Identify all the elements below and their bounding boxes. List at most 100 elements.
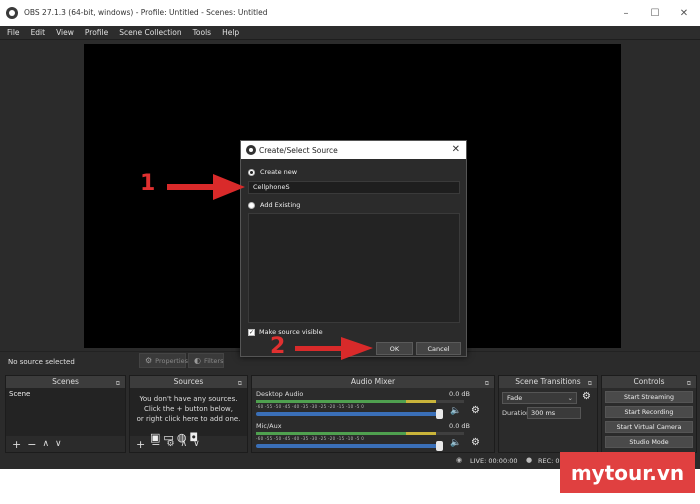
create-new-label: Create new	[260, 168, 298, 176]
ok-button[interactable]: OK	[376, 342, 413, 355]
duration-label: Duration	[502, 409, 531, 417]
filters-icon: ◐	[194, 356, 201, 365]
volume-meter	[256, 432, 464, 435]
scenes-toolbar: + − ∧ ∨	[6, 436, 125, 452]
controls-dock-title: Controls	[633, 377, 665, 386]
checkbox-checked-icon[interactable]: ✓	[248, 328, 255, 336]
sources-list[interactable]: You don't have any sources. Click the + …	[130, 388, 247, 436]
gear-icon: ⚙	[145, 356, 153, 365]
create-select-source-dialog: Create/Select Source ✕ Create new Cellph…	[240, 140, 467, 357]
transition-value: Fade	[507, 394, 523, 402]
dialog-titlebar: Create/Select Source ✕	[241, 141, 466, 159]
add-scene-icon[interactable]: +	[12, 438, 21, 451]
move-up-icon[interactable]: ∧	[42, 439, 49, 449]
start-streaming-button[interactable]: Start Streaming	[605, 391, 693, 403]
mixer-channel-desktop: Desktop Audio 0.0 dB -60 -55 -50 -45 -40…	[252, 388, 494, 420]
channel-db: 0.0 dB	[449, 390, 470, 398]
add-existing-option[interactable]: Add Existing	[248, 201, 300, 209]
monitor-icon: ▭	[163, 431, 174, 444]
scenes-list[interactable]: Scene	[6, 388, 125, 436]
volume-meter	[256, 400, 464, 403]
close-window-button[interactable]: ✕	[672, 4, 696, 22]
start-recording-button[interactable]: Start Recording	[605, 406, 693, 418]
transition-select[interactable]: Fade ⌄	[502, 392, 577, 404]
step-1-label: 1	[140, 171, 156, 196]
live-timer: LIVE: 00:00:00	[470, 457, 518, 465]
volume-slider[interactable]	[256, 409, 443, 419]
move-down-icon[interactable]: ∨	[55, 439, 62, 449]
mixer-dock-title: Audio Mixer	[350, 377, 396, 386]
transitions-dock-header: Scene Transitions ⧉	[499, 376, 597, 388]
source-name-value: CellphoneS	[253, 183, 290, 191]
window-title: OBS 27.1.3 (64-bit, windows) - Profile: …	[24, 8, 268, 17]
create-new-option[interactable]: Create new	[248, 168, 297, 176]
undock-icon[interactable]: ⧉	[687, 378, 691, 390]
add-existing-radio[interactable]	[248, 201, 255, 209]
close-icon[interactable]: ✕	[452, 144, 460, 155]
menu-scene-collection[interactable]: Scene Collection	[119, 28, 181, 37]
transitions-dock-title: Scene Transitions	[515, 377, 581, 386]
live-icon: ◉	[456, 456, 463, 464]
scenes-dock: Scenes ⧉ Scene + − ∧ ∨	[5, 375, 126, 453]
controls-dock-header: Controls ⧉	[602, 376, 696, 388]
menu-edit[interactable]: Edit	[31, 28, 46, 37]
gear-icon[interactable]: ⚙	[471, 437, 480, 448]
source-name-input[interactable]: CellphoneS	[248, 181, 460, 194]
watermark-text: mytour.vn	[570, 460, 685, 485]
studio-mode-button[interactable]: Studio Mode	[605, 436, 693, 448]
menu-file[interactable]: File	[7, 28, 20, 37]
properties-label: Properties	[155, 356, 189, 365]
gear-icon[interactable]: ⚙	[471, 405, 480, 416]
controls-dock: Controls ⧉ Start Streaming Start Recordi…	[601, 375, 697, 453]
menu-bar: File Edit View Profile Scene Collection …	[0, 26, 700, 40]
existing-sources-list[interactable]	[248, 213, 460, 323]
gear-icon[interactable]: ⚙	[582, 391, 591, 402]
scene-item[interactable]: Scene	[9, 390, 122, 398]
filters-label: Filters	[203, 356, 224, 365]
add-source-icon[interactable]: +	[136, 438, 145, 451]
speaker-icon[interactable]: 🔈	[450, 438, 461, 448]
sources-empty-line2: Click the + button below,	[144, 405, 233, 413]
dialog-title: Create/Select Source	[259, 146, 338, 155]
sources-dock-header: Sources ⧉	[130, 376, 247, 388]
audio-mixer-dock: Audio Mixer ⧉ Desktop Audio 0.0 dB -60 -…	[251, 375, 495, 453]
filters-button[interactable]: ◐ Filters	[188, 353, 224, 368]
arrow-step-2	[295, 337, 373, 360]
sources-empty-line1: You don't have any sources.	[139, 395, 238, 403]
rec-icon: ●	[526, 456, 533, 464]
volume-slider[interactable]	[256, 441, 443, 451]
duration-input[interactable]: 300 ms	[527, 407, 581, 419]
scenes-dock-title: Scenes	[52, 377, 79, 386]
chevron-down-icon: ⌄	[567, 394, 573, 402]
obs-logo-icon	[6, 7, 18, 19]
obs-logo-icon	[246, 145, 256, 155]
speaker-icon[interactable]: 🔈	[450, 406, 461, 416]
window-titlebar: OBS 27.1.3 (64-bit, windows) - Profile: …	[0, 0, 700, 26]
menu-profile[interactable]: Profile	[85, 28, 108, 37]
create-new-radio[interactable]	[248, 168, 255, 176]
maximize-button[interactable]: ☐	[643, 4, 667, 22]
minimize-button[interactable]: –	[614, 4, 638, 22]
scene-transitions-dock: Scene Transitions ⧉ Fade ⌄ ⚙ Duration 30…	[498, 375, 598, 453]
properties-button[interactable]: ⚙ Properties	[139, 353, 189, 368]
arrow-step-1	[167, 174, 245, 200]
remove-scene-icon[interactable]: −	[27, 438, 36, 451]
cancel-button[interactable]: Cancel	[416, 342, 461, 355]
sources-empty-line3: or right click here to add one.	[136, 415, 241, 423]
no-source-label: No source selected	[8, 358, 75, 366]
globe-icon: ◍	[176, 431, 187, 444]
undock-icon[interactable]: ⧉	[238, 378, 242, 390]
image-icon: ▣	[150, 431, 161, 444]
menu-help[interactable]: Help	[222, 28, 239, 37]
sources-dock-title: Sources	[173, 377, 204, 386]
channel-name: Desktop Audio	[256, 390, 304, 398]
add-existing-label: Add Existing	[260, 201, 301, 209]
step-2-label: 2	[270, 334, 286, 359]
scenes-dock-header: Scenes ⧉	[6, 376, 125, 388]
menu-view[interactable]: View	[56, 28, 74, 37]
duration-value: 300 ms	[531, 409, 556, 417]
undock-icon[interactable]: ⧉	[116, 378, 120, 390]
menu-tools[interactable]: Tools	[193, 28, 211, 37]
camera-icon: ◘	[189, 431, 199, 444]
start-virtual-camera-button[interactable]: Start Virtual Camera	[605, 421, 693, 433]
